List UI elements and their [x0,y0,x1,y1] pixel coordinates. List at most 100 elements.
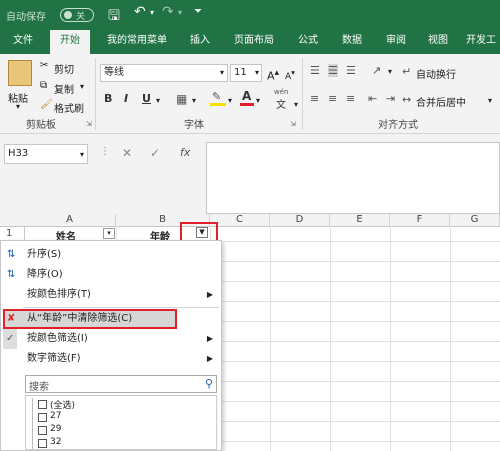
ribbon-tabs: 文件 开始 我的常用菜单 插入 页面布局 公式 数据 审阅 视图 开发工 [0,30,500,54]
clipboard-launcher-icon[interactable]: ⇲ [86,120,92,128]
fill-color-icon[interactable]: ✎ [210,90,226,106]
phonetic-guide-icon[interactable]: wén 文 [272,88,296,111]
column-header-d[interactable]: D [270,214,330,226]
menu-sort-ascending[interactable]: ⇅ 升序(S) [1,245,221,265]
align-bottom-icon[interactable]: ☰ [346,64,356,77]
tab-home[interactable]: 开始 [50,30,90,54]
tab-review[interactable]: 审阅 [378,30,414,54]
cut-icon[interactable]: ✂ [40,60,48,71]
redo-dropdown-icon[interactable]: ▾ [178,8,182,17]
align-right-icon[interactable]: ≡ [346,92,355,105]
copy-button[interactable]: 复制 [54,81,74,96]
font-size-dropdown-icon[interactable]: ▾ [255,65,259,81]
customize-qat-icon[interactable]: ⏷ [194,6,202,17]
align-center-icon[interactable]: ≡ [328,92,337,105]
tab-view[interactable]: 视图 [420,30,456,54]
gridline [450,226,451,451]
menu-number-filters[interactable]: 数字筛选(F) ▶ [1,349,221,369]
bold-button[interactable]: B [104,92,112,105]
wrap-text-button[interactable]: 自动换行 [416,66,456,81]
column-header-e[interactable]: E [330,214,390,226]
menu-sort-by-color[interactable]: 按颜色排序(T) ▶ [1,285,221,305]
wrap-text-icon[interactable]: ↵ [402,65,411,78]
column-header-c[interactable]: C [210,214,270,226]
column-header-f[interactable]: F [390,214,450,226]
tab-formulas[interactable]: 公式 [290,30,326,54]
confirm-entry-icon[interactable]: ✓ [150,146,160,160]
increase-font-icon[interactable]: A▴ [267,67,279,83]
tab-file[interactable]: 文件 [4,30,42,54]
name-box[interactable]: H33 ▾ [4,144,88,164]
merge-center-button[interactable]: 合并后居中 [416,94,466,109]
menu-filter-by-color[interactable]: ✓ 按颜色筛选(I) ▶ [1,329,221,349]
tab-developer[interactable]: 开发工 [462,30,500,54]
increase-indent-icon[interactable]: ⇥ [386,92,395,105]
toggle-knob-icon [64,11,72,19]
align-top-icon[interactable]: ☰ [310,64,320,77]
tab-insert[interactable]: 插入 [182,30,218,54]
merge-center-icon[interactable]: ↔ [402,93,411,106]
tab-my-menu[interactable]: 我的常用菜单 [98,30,176,54]
decrease-font-icon[interactable]: A▾ [285,68,295,82]
insert-function-button[interactable]: fx [180,146,190,159]
format-painter-icon[interactable]: 🖌 [40,99,53,110]
italic-button[interactable]: I [124,92,128,105]
underline-button[interactable]: U [142,92,151,105]
font-size-select[interactable]: 11 ▾ [230,64,262,82]
column-header-g[interactable]: G [450,214,500,226]
gridline [222,381,500,382]
orientation-icon[interactable]: ↗ [372,64,381,77]
fill-color-dropdown-icon[interactable]: ▾ [228,96,232,105]
font-name-select[interactable]: 等线 ▾ [100,64,228,82]
select-all-corner[interactable] [0,214,24,226]
clear-filter-label: 从“年龄”中清除筛选(C) [27,313,133,324]
phonetic-dropdown-icon[interactable]: ▾ [294,100,298,109]
save-icon[interactable]: 🖫 [108,5,120,29]
filter-search-input[interactable]: 搜索 ⚲ [25,375,217,393]
column-header-a[interactable]: A [24,214,116,226]
menu-clear-filter[interactable]: ✘ 从“年龄”中清除筛选(C) [3,309,177,329]
filter-dropdown-a-icon[interactable]: ▾ [103,228,115,239]
clipboard-group-label: 剪贴板 [26,120,56,131]
font-launcher-icon[interactable]: ⇲ [290,120,296,128]
cut-button[interactable]: 剪切 [54,61,74,76]
border-icon[interactable]: ▦ [176,92,187,106]
checkbox-value[interactable] [38,426,47,435]
filter-menu: ⇅ 升序(S) ⇅ 降序(O) 按颜色排序(T) ▶ ✘ 从“年龄”中清除筛选(C) ✓… [0,240,222,451]
formula-input[interactable] [206,142,500,214]
font-name-dropdown-icon[interactable]: ▾ [220,65,224,81]
underline-dropdown-icon[interactable]: ▾ [156,96,160,105]
decrease-indent-icon[interactable]: ⇤ [368,92,377,105]
copy-dropdown-icon[interactable]: ▾ [80,82,84,91]
sort-by-color-label: 按颜色排序(T) [27,289,91,300]
paste-dropdown-icon[interactable]: ▾ [16,102,20,111]
merge-dropdown-icon[interactable]: ▾ [488,96,492,105]
autosave-state: 关 [76,12,86,22]
undo-icon[interactable]: ↶ [134,4,146,20]
filter-active-icon[interactable]: ▼ [196,227,208,238]
align-left-icon[interactable]: ≡ [310,92,319,105]
font-color-icon[interactable]: A [240,89,254,106]
font-color-dropdown-icon[interactable]: ▾ [256,96,260,105]
tab-data[interactable]: 数据 [334,30,370,54]
name-box-dropdown-icon[interactable]: ▾ [80,146,84,164]
redo-icon[interactable]: ↷ [162,4,174,20]
autosave-toggle[interactable]: 关 [60,8,94,22]
format-painter-button[interactable]: 格式刷 [54,100,84,115]
row-header-1[interactable]: 1 [6,228,12,239]
sort-ascending-icon: ⇅ [7,249,16,260]
cancel-entry-icon[interactable]: ✕ [122,146,132,160]
orientation-dropdown-icon[interactable]: ▾ [388,67,392,76]
gridline [222,341,500,342]
menu-sort-descending[interactable]: ⇅ 降序(O) [1,265,221,285]
checkbox-value[interactable] [38,413,47,422]
checkbox-value[interactable] [38,439,47,448]
border-dropdown-icon[interactable]: ▾ [192,96,196,105]
autosave-label: 自动保存 [6,12,46,23]
copy-icon[interactable]: ⧉ [40,80,47,91]
align-middle-icon[interactable]: ☰ [328,64,338,77]
undo-dropdown-icon[interactable]: ▾ [150,8,154,17]
paste-icon[interactable] [8,60,32,86]
checkbox-select-all[interactable] [38,400,47,409]
tab-page-layout[interactable]: 页面布局 [226,30,282,54]
